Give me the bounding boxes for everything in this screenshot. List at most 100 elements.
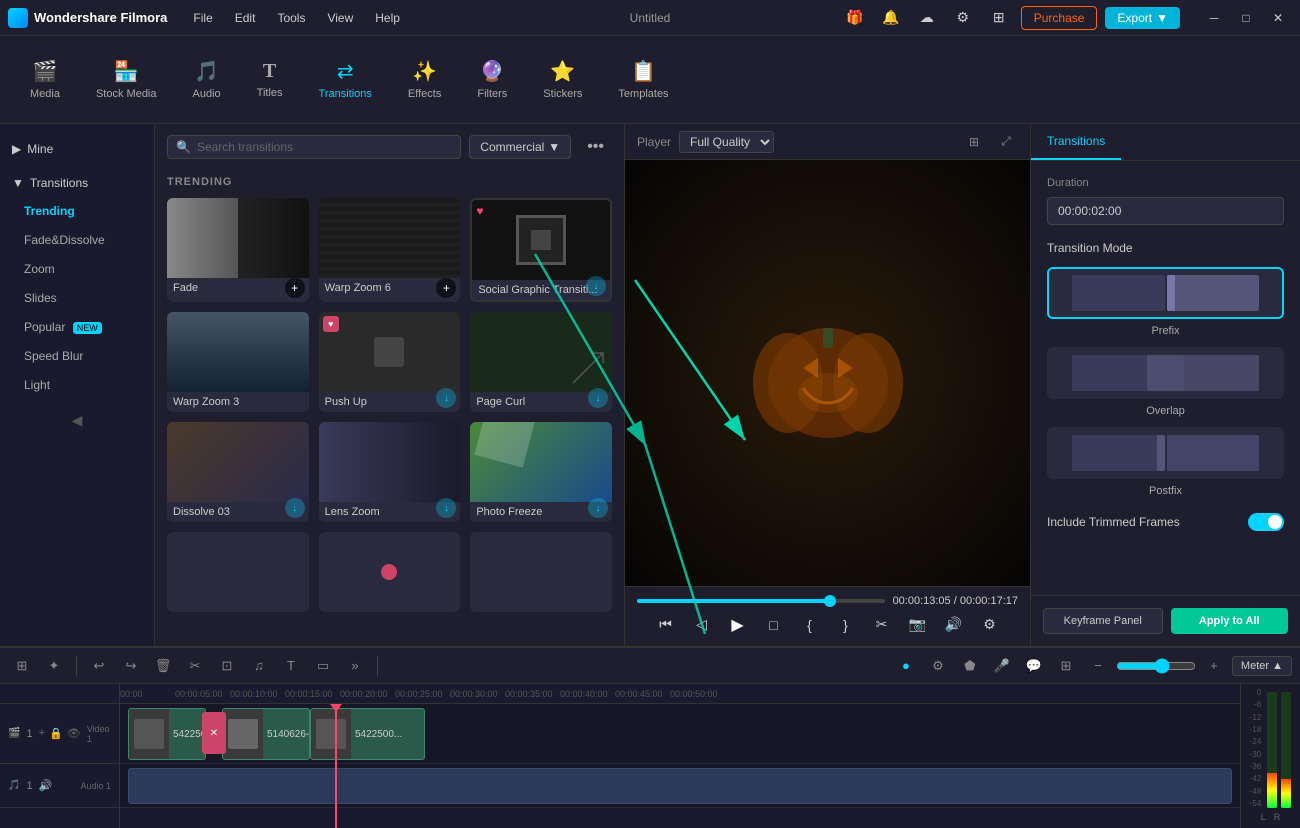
stop-button[interactable]: □ [760, 611, 788, 639]
transition-marker[interactable] [202, 712, 226, 754]
mark-in-button[interactable]: { [796, 611, 824, 639]
delete-button[interactable]: 🗑 [149, 652, 177, 680]
zoom-out-button[interactable]: − [1084, 652, 1112, 680]
maximize-button[interactable]: □ [1232, 4, 1260, 32]
extra-card-3[interactable] [470, 532, 612, 612]
snap-button[interactable]: ⚙ [924, 652, 952, 680]
scene-split-button[interactable]: ⊞ [8, 652, 36, 680]
redo-button[interactable]: ↪ [117, 652, 145, 680]
filter-dropdown[interactable]: Commercial ▼ [469, 135, 571, 159]
download-pagecurl-icon[interactable]: ↓ [588, 388, 608, 408]
transition-card-photofreeze[interactable]: ↓ Photo Freeze [470, 422, 612, 522]
sidebar-item-speedblur[interactable]: Speed Blur [4, 342, 150, 370]
download-social-icon[interactable]: ↓ [586, 276, 606, 296]
download-dissolve-icon[interactable]: ↓ [285, 498, 305, 518]
mode-overlap[interactable]: Overlap [1047, 347, 1284, 417]
transition-card-pushup[interactable]: ♥ ↓ Push Up [319, 312, 461, 412]
video-clip-3[interactable]: 5422500... [310, 708, 425, 760]
skip-back-button[interactable]: ⏮ [652, 611, 680, 639]
toolbar-stickers[interactable]: ⭐ Stickers [529, 51, 596, 108]
voiceover-button[interactable]: 🎤 [988, 652, 1016, 680]
layout-icon[interactable]: ⊞ [962, 130, 986, 154]
track-eye-icon[interactable]: 👁 [67, 727, 81, 740]
download-photofreeze-icon[interactable]: ↓ [588, 498, 608, 518]
keyframe-panel-button[interactable]: Keyframe Panel [1043, 608, 1163, 634]
gift-icon[interactable]: 🎁 [841, 4, 869, 32]
grid-icon[interactable]: ⊞ [985, 4, 1013, 32]
play-button[interactable]: ▶ [724, 611, 752, 639]
record-button[interactable]: ● [892, 652, 920, 680]
menu-help[interactable]: Help [365, 7, 410, 29]
step-back-button[interactable]: ◁ [688, 611, 716, 639]
toolbar-titles[interactable]: T Titles [243, 52, 297, 107]
transition-card-fade[interactable]: + Fade [167, 198, 309, 302]
progress-handle[interactable] [824, 595, 836, 607]
audio-mute-icon[interactable]: 🔊 [39, 779, 53, 792]
toolbar-filters[interactable]: 🔮 Filters [463, 51, 521, 108]
extra-card-2[interactable] [319, 532, 461, 612]
arrow-icon[interactable]: 🔔 [877, 4, 905, 32]
volume-button[interactable]: 🔊 [940, 611, 968, 639]
undo-button[interactable]: ↩ [85, 652, 113, 680]
sidebar-item-slides[interactable]: Slides [4, 284, 150, 312]
transition-card-pagecurl[interactable]: ↓ Page Curl [470, 312, 612, 412]
menu-file[interactable]: File [183, 7, 222, 29]
more-options-button[interactable]: ••• [579, 134, 612, 160]
cloud-icon[interactable]: ☁ [913, 4, 941, 32]
more-tools-button[interactable]: » [341, 652, 369, 680]
sidebar-item-light[interactable]: Light [4, 371, 150, 399]
toolbar-audio[interactable]: 🎵 Audio [179, 51, 235, 108]
video-clip-2[interactable]: 5140626-u... [222, 708, 310, 760]
frame-button[interactable]: ▭ [309, 652, 337, 680]
playhead[interactable] [335, 704, 337, 828]
apply-to-all-button[interactable]: Apply to All [1171, 608, 1289, 634]
auto-button[interactable]: ✦ [40, 652, 68, 680]
menu-view[interactable]: View [317, 7, 363, 29]
add-fade-icon[interactable]: + [285, 278, 305, 298]
settings-icon[interactable]: ⚙ [949, 4, 977, 32]
sidebar-mine-header[interactable]: ▶ Mine [0, 136, 154, 162]
fullscreen-icon[interactable]: ⤢ [994, 130, 1018, 154]
close-button[interactable]: ✕ [1264, 4, 1292, 32]
sidebar-transitions-header[interactable]: ▼ Transitions [0, 170, 154, 196]
transition-card-dissolve[interactable]: ↓ Dissolve 03 [167, 422, 309, 522]
toolbar-effects[interactable]: ✨ Effects [394, 51, 455, 108]
track-lock-icon[interactable]: 🔒 [49, 727, 63, 740]
purchase-button[interactable]: Purchase [1021, 6, 1098, 30]
progress-bar[interactable] [637, 599, 885, 603]
track-add-icon[interactable]: + [39, 727, 45, 740]
transition-card-warp6[interactable]: + Warp Zoom 6 [319, 198, 461, 302]
quality-select[interactable]: Full Quality 1/2 Quality 1/4 Quality [679, 131, 774, 153]
sidebar-item-popular[interactable]: Popular NEW [4, 313, 150, 341]
toolbar-transitions[interactable]: ⇄ Transitions [305, 51, 386, 108]
subtitle-button[interactable]: 💬 [1020, 652, 1048, 680]
crop-button[interactable]: ⊡ [213, 652, 241, 680]
settings-ctrl-button[interactable]: ⚙ [976, 611, 1004, 639]
trim-frames-toggle[interactable] [1248, 513, 1284, 531]
search-input[interactable] [197, 140, 452, 154]
sidebar-item-zoom[interactable]: Zoom [4, 255, 150, 283]
minimize-button[interactable]: ─ [1200, 4, 1228, 32]
video-clip-1[interactable]: 5422500... [128, 708, 206, 760]
menu-tools[interactable]: Tools [267, 7, 315, 29]
audio-clip[interactable] [128, 768, 1232, 804]
transition-card-social[interactable]: ♥ ↓ Social Graphic Transiti... [470, 198, 612, 302]
duration-value[interactable]: 00:00:02:00 [1047, 197, 1284, 225]
zoom-slider[interactable] [1116, 658, 1196, 674]
menu-edit[interactable]: Edit [225, 7, 266, 29]
toolbar-stock-media[interactable]: 🏪 Stock Media [82, 51, 171, 108]
extra-card-1[interactable] [167, 532, 309, 612]
toolbar-templates[interactable]: 📋 Templates [604, 51, 682, 108]
tab-transitions[interactable]: Transitions [1031, 124, 1121, 160]
audio-sync-button[interactable]: ♫ [245, 652, 273, 680]
text-button[interactable]: T [277, 652, 305, 680]
mark-out-button[interactable]: } [832, 611, 860, 639]
mode-prefix[interactable]: Prefix [1047, 267, 1284, 337]
mode-postfix[interactable]: Postfix [1047, 427, 1284, 497]
marker-button[interactable]: ⬟ [956, 652, 984, 680]
transition-card-lenszoom[interactable]: ↓ Lens Zoom [319, 422, 461, 522]
meter-button[interactable]: Meter ▲ [1232, 656, 1292, 676]
transition-card-warp3[interactable]: Warp Zoom 3 [167, 312, 309, 412]
export-button[interactable]: Export ▼ [1105, 7, 1180, 29]
zoom-in-button[interactable]: + [1200, 652, 1228, 680]
